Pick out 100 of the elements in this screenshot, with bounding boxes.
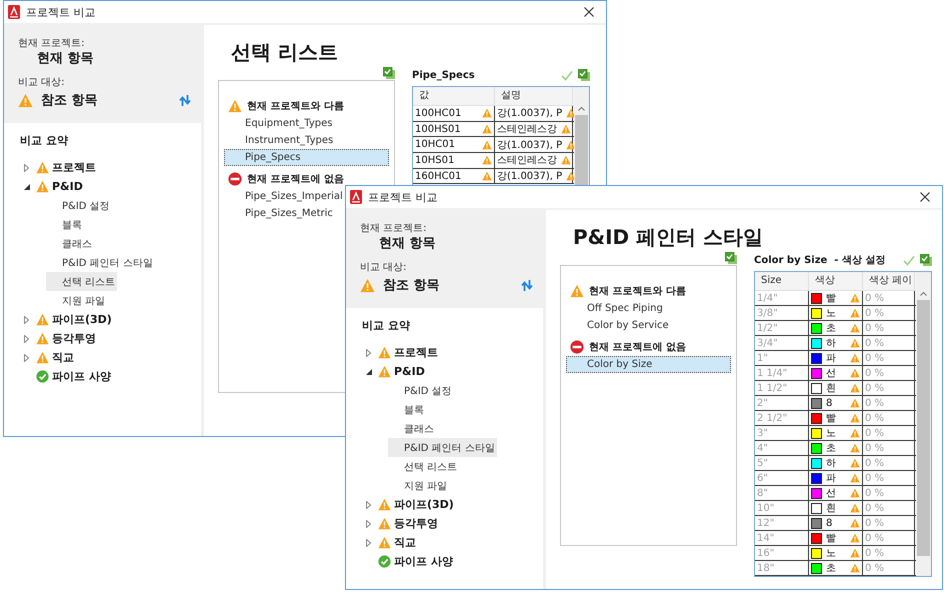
app-logo-icon bbox=[8, 5, 20, 19]
tree-item[interactable]: 클래스 bbox=[388, 419, 436, 438]
table-cell: 5" bbox=[755, 456, 809, 470]
section-heading: 선택 리스트 bbox=[230, 39, 339, 65]
no-entry-icon bbox=[228, 172, 242, 186]
table-cell: 0 % bbox=[863, 531, 915, 545]
table-cell: 2" bbox=[755, 396, 809, 410]
table-cell: 0 % bbox=[863, 321, 915, 335]
group-title: 현재 프로젝트와 다름 bbox=[247, 100, 344, 113]
collapsed-triangle-icon[interactable] bbox=[366, 520, 371, 528]
current-project-value: 현재 항목 bbox=[378, 235, 437, 252]
expanded-triangle-icon[interactable] bbox=[24, 184, 30, 190]
tree-item[interactable]: 선택 리스트 bbox=[388, 457, 460, 476]
checkbox-stack-icon[interactable] bbox=[578, 69, 590, 81]
tree-item[interactable]: P&ID 설정 bbox=[388, 381, 454, 400]
tree-item[interactable]: 파이프 사양 bbox=[394, 554, 453, 569]
checkmark-icon[interactable] bbox=[561, 70, 573, 80]
table-cell: 노 bbox=[809, 306, 863, 320]
table-cell: 10HC01 bbox=[413, 137, 495, 152]
table-cell: 8 bbox=[809, 396, 863, 410]
table-cell: 0 % bbox=[863, 561, 915, 575]
tree-item[interactable]: P&ID 설정 bbox=[46, 196, 112, 215]
table-cell: 0 % bbox=[863, 351, 915, 365]
table-cell: 노 bbox=[809, 426, 863, 440]
tree-item[interactable]: 파이프(3D) bbox=[52, 312, 112, 327]
tree-item[interactable]: 선택 리스트 bbox=[46, 272, 118, 291]
table-cell: 선 bbox=[809, 366, 863, 380]
table-cell: 1 1/2" bbox=[755, 381, 809, 395]
list-item[interactable]: Color by Size bbox=[566, 356, 731, 373]
checkmark-icon[interactable] bbox=[903, 254, 915, 266]
tree-item[interactable]: 프로젝트 bbox=[52, 160, 96, 175]
scrollbar[interactable] bbox=[916, 272, 931, 576]
table-cell: 0 % bbox=[863, 411, 915, 425]
table-cell: 0 % bbox=[863, 336, 915, 350]
collapsed-triangle-icon[interactable] bbox=[24, 164, 29, 172]
checkbox-stack-icon[interactable] bbox=[920, 254, 932, 266]
tree-item[interactable]: 프로젝트 bbox=[394, 345, 438, 360]
warning-icon bbox=[378, 346, 391, 359]
table-cell: 0 % bbox=[863, 516, 915, 530]
warning-icon bbox=[378, 498, 391, 511]
tree-item[interactable]: 등각투영 bbox=[394, 516, 438, 531]
table-cell: 0 % bbox=[863, 471, 915, 485]
table-cell: 0 % bbox=[863, 441, 915, 455]
collapsed-triangle-icon[interactable] bbox=[24, 354, 29, 362]
checkbox-stack-icon[interactable] bbox=[383, 66, 395, 78]
tree-item[interactable]: 파이프(3D) bbox=[394, 497, 454, 512]
tree-item[interactable]: P&ID 페인터 스타일 bbox=[46, 253, 155, 272]
tree-item[interactable]: 지원 파일 bbox=[388, 476, 450, 495]
table-cell: 초 bbox=[809, 321, 863, 335]
table-cell: 0 % bbox=[863, 291, 915, 305]
table-cell: 3/4" bbox=[755, 336, 809, 350]
warning-icon bbox=[570, 284, 584, 298]
tree-item[interactable]: 블록 bbox=[388, 400, 426, 419]
collapsed-triangle-icon[interactable] bbox=[24, 334, 29, 342]
list-item[interactable]: Instrument_Types bbox=[224, 132, 389, 149]
scroll-up-icon[interactable] bbox=[920, 292, 927, 296]
app-logo-icon bbox=[350, 190, 362, 204]
table-cell: 12" bbox=[755, 516, 809, 530]
table-cell: 1 1/4" bbox=[755, 366, 809, 380]
tree-item[interactable]: 블록 bbox=[46, 215, 84, 234]
table-cell: 100HC01 bbox=[413, 106, 495, 121]
checkbox-stack-icon[interactable] bbox=[725, 252, 737, 264]
table-cell: 초 bbox=[809, 561, 863, 575]
tree-item[interactable]: 직교 bbox=[52, 350, 74, 365]
summary-title: 비교 요약 bbox=[362, 318, 411, 333]
close-icon bbox=[920, 192, 930, 202]
warning-icon bbox=[36, 161, 49, 174]
swap-arrows-icon[interactable] bbox=[179, 94, 191, 106]
tree-item[interactable]: 클래스 bbox=[46, 234, 94, 253]
list-item[interactable]: Pipe_Specs bbox=[224, 149, 389, 166]
tree-item[interactable]: 지원 파일 bbox=[46, 291, 108, 310]
tree-item[interactable]: P&ID 페인터 스타일 bbox=[388, 438, 497, 457]
tree-item[interactable]: 등각투영 bbox=[52, 331, 96, 346]
collapsed-triangle-icon[interactable] bbox=[366, 348, 371, 356]
tree-item[interactable]: P&ID bbox=[52, 180, 83, 193]
close-icon bbox=[584, 7, 594, 17]
compare-target-label: 비교 대상: bbox=[360, 261, 408, 274]
list-item[interactable]: Equipment_Types bbox=[224, 115, 389, 132]
expanded-triangle-icon[interactable] bbox=[366, 368, 372, 374]
window-title: 프로젝트 비교 bbox=[26, 4, 96, 20]
collapsed-triangle-icon[interactable] bbox=[24, 316, 29, 324]
column-header: 색상 페이 bbox=[863, 272, 915, 290]
table-cell: 흰 bbox=[809, 381, 863, 395]
table-cell: 0 % bbox=[863, 501, 915, 515]
table-cell: 노 bbox=[809, 546, 863, 560]
warning-icon bbox=[228, 99, 242, 113]
collapsed-triangle-icon[interactable] bbox=[366, 538, 371, 546]
tree-item[interactable]: 파이프 사양 bbox=[52, 369, 111, 384]
check-circle-icon bbox=[36, 370, 49, 383]
warning-icon bbox=[36, 332, 49, 345]
table-cell: 하 bbox=[809, 456, 863, 470]
swap-arrows-icon[interactable] bbox=[521, 278, 533, 292]
collapsed-triangle-icon[interactable] bbox=[366, 500, 371, 508]
table-cell: 흰 bbox=[809, 501, 863, 515]
tree-item[interactable]: 직교 bbox=[394, 535, 416, 550]
list-item[interactable]: Off Spec Piping bbox=[566, 300, 731, 317]
scroll-up-icon[interactable] bbox=[578, 107, 585, 111]
tree-item[interactable]: P&ID bbox=[394, 365, 425, 378]
list-item[interactable]: Color by Service bbox=[566, 317, 731, 334]
column-header: 설명 bbox=[495, 87, 573, 105]
